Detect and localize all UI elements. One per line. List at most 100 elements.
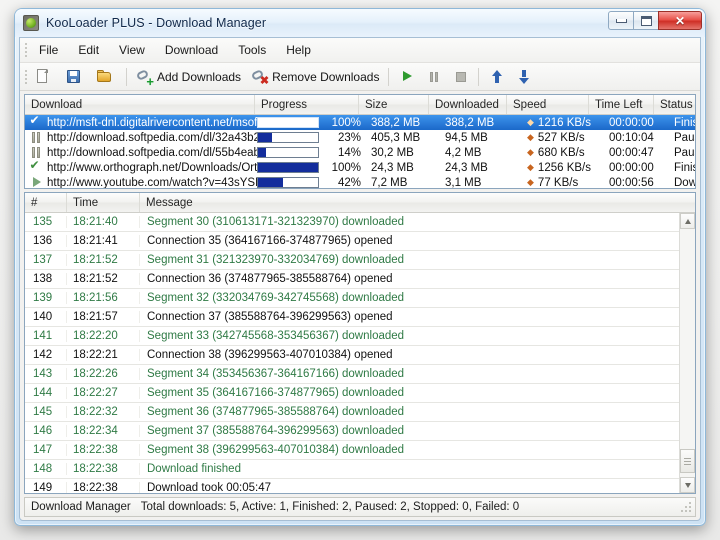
- log-row[interactable]: 14618:22:34Segment 37 (385588764-3962995…: [25, 422, 679, 441]
- log-row[interactable]: 14018:21:57Connection 37 (385588764-3962…: [25, 308, 679, 327]
- log-message: Connection 36 (374877965-385588764) open…: [140, 273, 679, 285]
- download-downloaded: 3,1 MB: [441, 177, 523, 189]
- log-row[interactable]: 13518:21:40Segment 30 (310613171-3213239…: [25, 213, 679, 232]
- download-state: [25, 176, 47, 188]
- minimize-icon: [616, 19, 627, 23]
- progress-bar: [257, 117, 327, 128]
- log-row[interactable]: 14218:22:21Connection 38 (396299563-4070…: [25, 346, 679, 365]
- log-row[interactable]: 13618:21:41Connection 35 (364167166-3748…: [25, 232, 679, 251]
- log-scrollbar[interactable]: [679, 213, 695, 493]
- app-icon: [23, 15, 39, 31]
- toolbar-separator: [388, 68, 389, 86]
- download-speed: ◆77 KB/s: [523, 177, 609, 189]
- speed-bullet-icon: ◆: [527, 148, 534, 157]
- pause-download-button[interactable]: [421, 66, 446, 87]
- log-message: Segment 35 (364167166-374877965) downloa…: [140, 387, 679, 399]
- column-header-progress[interactable]: Progress: [255, 95, 359, 114]
- download-status: Paused: [674, 132, 695, 144]
- scrollbar-track[interactable]: [680, 229, 695, 477]
- column-header-status[interactable]: Status: [654, 95, 695, 114]
- download-row[interactable]: http://www.youtube.com/watch?v=43sYSMH42…: [25, 175, 695, 188]
- menu-help[interactable]: Help: [277, 40, 320, 60]
- log-time: 18:21:41: [67, 235, 140, 247]
- log-number: 144: [25, 387, 67, 399]
- menu-tools[interactable]: Tools: [229, 40, 275, 60]
- downloads-rows: http://msft-dnl.digitalrivercontent.net/…: [25, 115, 695, 188]
- add-downloads-label: Add Downloads: [157, 70, 241, 84]
- log-message: Segment 38 (396299563-407010384) downloa…: [140, 444, 679, 456]
- save-button[interactable]: [61, 66, 90, 87]
- log-row[interactable]: 13918:21:56Segment 32 (332034769-3427455…: [25, 289, 679, 308]
- new-button[interactable]: [30, 66, 59, 87]
- column-header-time[interactable]: Time: [67, 193, 140, 212]
- pause-icon: [425, 68, 442, 85]
- menu-edit[interactable]: Edit: [69, 40, 108, 60]
- column-header-download[interactable]: Download: [25, 95, 255, 114]
- close-button[interactable]: ✕: [658, 11, 702, 30]
- move-up-button[interactable]: [484, 66, 509, 87]
- download-downloaded: 94,5 MB: [441, 132, 523, 144]
- maximize-button[interactable]: [633, 11, 659, 30]
- scrollbar-thumb[interactable]: [680, 449, 695, 473]
- menu-download[interactable]: Download: [156, 40, 227, 60]
- download-time-left: 00:00:56: [609, 177, 674, 189]
- add-downloads-icon: [136, 68, 153, 85]
- status-bar-counts: Total downloads: 5, Active: 1, Finished:…: [131, 501, 519, 513]
- title-bar: KooLoader PLUS - Download Manager ✕: [15, 9, 705, 37]
- download-row[interactable]: http://download.softpedia.com/dl/55b4eab…: [25, 145, 695, 160]
- download-row[interactable]: http://www.orthograph.net/Downloads/Orth…: [25, 160, 695, 175]
- start-download-button[interactable]: [394, 66, 419, 87]
- download-time-left: 00:10:04: [609, 132, 674, 144]
- scroll-up-button[interactable]: [680, 213, 695, 229]
- column-header-number[interactable]: #: [25, 193, 67, 212]
- stop-download-button[interactable]: [448, 66, 473, 87]
- download-downloaded: 24,3 MB: [441, 162, 523, 174]
- log-row[interactable]: 13818:21:52Connection 36 (374877965-3855…: [25, 270, 679, 289]
- download-speed: ◆1256 KB/s: [523, 162, 609, 174]
- open-button[interactable]: [92, 66, 121, 87]
- log-row[interactable]: 14518:22:32Segment 36 (374877965-3855887…: [25, 403, 679, 422]
- toolbar-drag-grip[interactable]: [22, 69, 29, 85]
- menu-drag-grip[interactable]: [22, 42, 29, 58]
- column-header-message[interactable]: Message: [140, 193, 695, 212]
- log-row[interactable]: 14118:22:20Segment 33 (342745568-3534563…: [25, 327, 679, 346]
- log-number: 138: [25, 273, 67, 285]
- log-number: 135: [25, 216, 67, 228]
- download-row[interactable]: http://download.softpedia.com/dl/32a43b2…: [25, 130, 695, 145]
- log-row[interactable]: 14318:22:26Segment 34 (353456367-3641671…: [25, 365, 679, 384]
- menu-file[interactable]: File: [30, 40, 67, 60]
- log-row[interactable]: 13718:21:52Segment 31 (321323970-3320347…: [25, 251, 679, 270]
- log-time: 18:22:20: [67, 330, 140, 342]
- resize-grip[interactable]: [681, 502, 693, 514]
- log-number: 136: [25, 235, 67, 247]
- download-row[interactable]: http://msft-dnl.digitalrivercontent.net/…: [25, 115, 695, 130]
- remove-downloads-button[interactable]: Remove Downloads: [247, 66, 383, 87]
- log-number: 142: [25, 349, 67, 361]
- toolbar-separator: [126, 68, 127, 86]
- download-size: 24,3 MB: [367, 162, 441, 174]
- status-bar: Download Manager Total downloads: 5, Act…: [24, 497, 696, 517]
- log-scroll-region: 13518:21:40Segment 30 (310613171-3213239…: [25, 213, 695, 493]
- move-down-button[interactable]: [511, 66, 536, 87]
- log-time: 18:22:21: [67, 349, 140, 361]
- log-message: Segment 37 (385588764-396299563) downloa…: [140, 425, 679, 437]
- column-header-speed[interactable]: Speed: [507, 95, 589, 114]
- column-header-time-left[interactable]: Time Left: [589, 95, 654, 114]
- add-downloads-button[interactable]: Add Downloads: [132, 66, 245, 87]
- column-header-size[interactable]: Size: [359, 95, 429, 114]
- minimize-button[interactable]: [608, 11, 634, 30]
- download-status: Downl...: [674, 177, 695, 189]
- log-row[interactable]: 14918:22:38Download took 00:05:47: [25, 479, 679, 493]
- progress-percent: 23%: [327, 132, 367, 144]
- log-row[interactable]: 14418:22:27Segment 35 (364167166-3748779…: [25, 384, 679, 403]
- progress-percent: 14%: [327, 147, 367, 159]
- log-message: Segment 31 (321323970-332034769) downloa…: [140, 254, 679, 266]
- download-size: 30,2 MB: [367, 147, 441, 159]
- column-header-downloaded[interactable]: Downloaded: [429, 95, 507, 114]
- play-icon: [398, 68, 415, 85]
- download-downloaded: 4,2 MB: [441, 147, 523, 159]
- log-row[interactable]: 14818:22:38Download finished: [25, 460, 679, 479]
- log-row[interactable]: 14718:22:38Segment 38 (396299563-4070103…: [25, 441, 679, 460]
- menu-view[interactable]: View: [110, 40, 154, 60]
- scroll-down-button[interactable]: [680, 477, 695, 493]
